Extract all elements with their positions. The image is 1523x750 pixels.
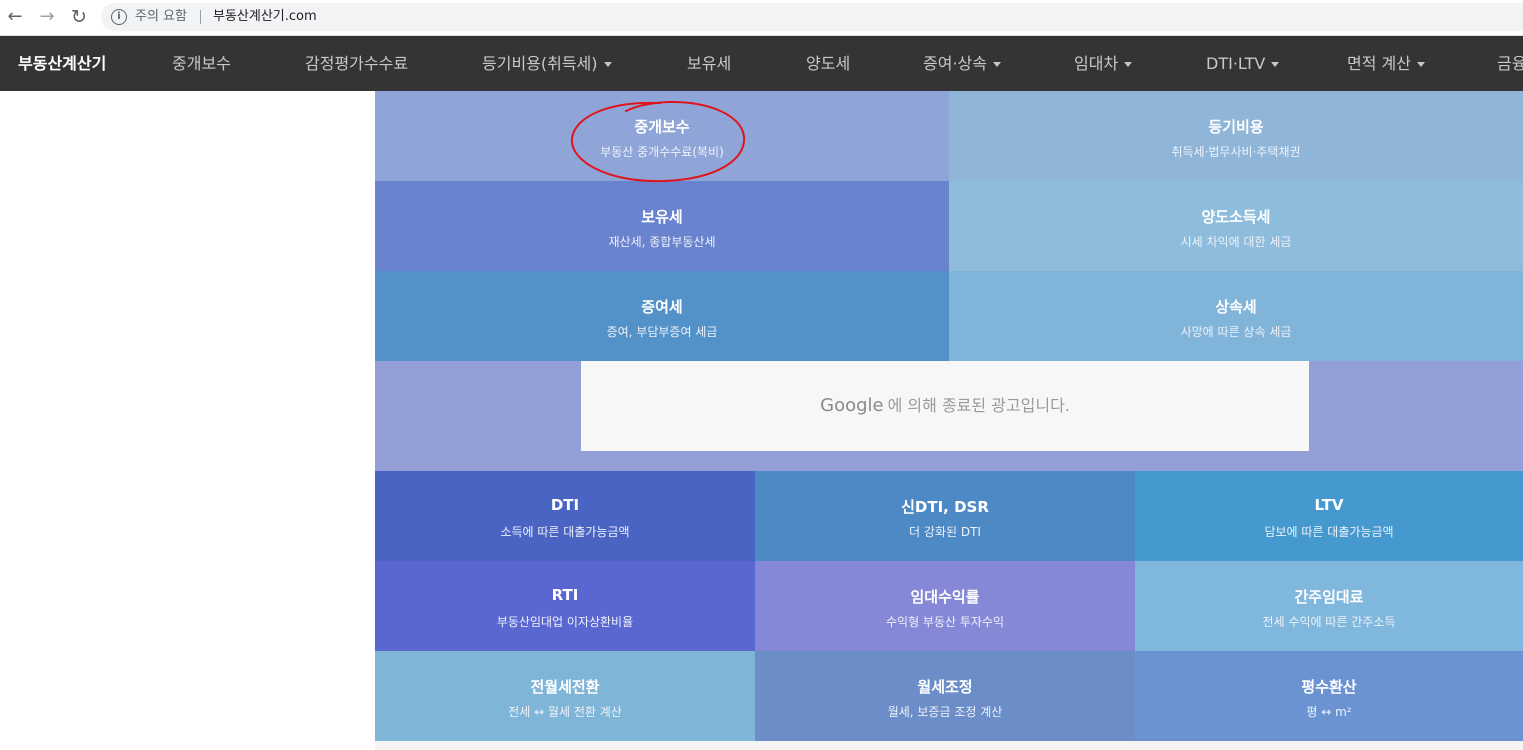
caret-down-icon — [1416, 62, 1425, 67]
calculator-tile[interactable]: 월세조정월세, 보증금 조정 계산 — [755, 651, 1135, 741]
tile-subtitle: 전세 ↔ 월세 전환 계산 — [508, 705, 622, 719]
nav-item-6[interactable]: 임대차 — [1074, 36, 1133, 91]
ad-section: Google 에 의해 종료된 광고입니다. — [375, 361, 1523, 471]
nav-item-label: 등기비용(취득세) — [482, 54, 598, 73]
nav-item-3[interactable]: 보유세 — [687, 36, 731, 91]
tile-subtitle: 시세 차익에 대한 세금 — [1180, 235, 1292, 249]
nav-item-label: 중개보수 — [172, 54, 231, 73]
tile-subtitle: 담보에 따른 대출가능금액 — [1264, 525, 1394, 539]
nav-item-label: 금융 — [1497, 54, 1523, 73]
calculator-tile[interactable]: 양도소득세시세 차익에 대한 세금 — [949, 181, 1523, 271]
nav-item-0[interactable]: 중개보수 — [172, 36, 231, 91]
tile-title: 등기비용 — [1208, 118, 1264, 136]
caret-down-icon — [992, 62, 1001, 67]
url-separator — [200, 10, 201, 24]
nav-item-label: DTI·LTV — [1206, 54, 1266, 73]
tile-subtitle: 수익형 부동산 투자수익 — [885, 615, 1005, 629]
nav-item-5[interactable]: 증여·상속 — [923, 36, 1001, 91]
address-bar[interactable]: i 주의 요함 부동산계산기.com — [101, 3, 1523, 31]
calculator-tile[interactable]: RTI 부동산임대업 이자상환비율 — [375, 561, 755, 651]
tile-title: 평수환산 — [1301, 678, 1357, 696]
nav-item-label: 감정평가수수료 — [305, 54, 409, 73]
calculator-tile[interactable]: 보유세재산세, 종합부동산세 — [375, 181, 949, 271]
tile-subtitle: 사망에 따른 상속 세금 — [1180, 325, 1292, 339]
tile-subtitle: 부동산 중개수수료(복비) — [600, 145, 724, 159]
calculator-tile[interactable]: DTI 소득에 따른 대출가능금액 — [375, 471, 755, 561]
caret-down-icon — [603, 62, 612, 67]
nav-item-8[interactable]: 면적 계산 — [1347, 36, 1425, 91]
tile-title: 신DTI, DSR — [901, 498, 989, 516]
calculator-tile[interactable]: 임대수익률수익형 부동산 투자수익 — [755, 561, 1135, 651]
tile-title: 보유세 — [641, 208, 683, 226]
info-icon[interactable]: i — [111, 9, 127, 25]
tile-title: 증여세 — [641, 298, 683, 316]
site-navbar: 부동산계산기 중개보수 감정평가수수료 등기비용(취득세) 보유세 양도세 증여·상속 임대… — [0, 36, 1523, 91]
ad-message: 에 의해 종료된 광고입니다. — [887, 396, 1070, 415]
tile-title: DTI — [550, 496, 580, 514]
ad-placeholder: Google 에 의해 종료된 광고입니다. — [581, 361, 1309, 451]
brand-logo[interactable]: 부동산계산기 — [18, 36, 106, 91]
calculator-tile[interactable]: 평수환산평 ↔ m² — [1135, 651, 1523, 741]
tile-subtitle: 평 ↔ m² — [1306, 705, 1352, 719]
tile-title: 월세조정 — [917, 678, 973, 696]
url-text[interactable]: 부동산계산기.com — [213, 3, 317, 31]
calculator-tile[interactable]: LTV 담보에 따른 대출가능금액 — [1135, 471, 1523, 561]
nav-item-label: 면적 계산 — [1347, 54, 1411, 73]
tile-title: 전월세전환 — [530, 678, 600, 696]
tile-title: 상속세 — [1215, 298, 1257, 316]
browser-toolbar: ← → ↻ i 주의 요함 부동산계산기.com — [0, 0, 1523, 36]
nav-item-9[interactable]: 금융 — [1497, 36, 1523, 91]
back-arrow-icon[interactable]: ← — [4, 6, 26, 28]
tile-subtitle: 소득에 따른 대출가능금액 — [500, 525, 630, 539]
tile-subtitle: 더 강화된 DTI — [909, 525, 981, 539]
nav-item-7[interactable]: DTI·LTV — [1206, 36, 1280, 91]
tile-subtitle: 증여, 부담부증여 세금 — [606, 325, 718, 339]
calculator-tile[interactable]: 중개보수부동산 중개수수료(복비) — [375, 91, 949, 181]
tile-title: 양도소득세 — [1201, 208, 1271, 226]
tile-subtitle: 재산세, 종합부동산세 — [608, 235, 716, 249]
tile-title: 간주임대료 — [1294, 588, 1364, 606]
nav-item-label: 증여·상속 — [923, 54, 987, 73]
calculator-tile[interactable]: 신DTI, DSR 더 강화된 DTI — [755, 471, 1135, 561]
caret-down-icon — [1124, 62, 1133, 67]
nav-item-label: 임대차 — [1074, 54, 1119, 73]
calculator-tile[interactable]: 전월세전환전세 ↔ 월세 전환 계산 — [375, 651, 755, 741]
tile-title: 중개보수 — [634, 118, 690, 136]
calculator-tile[interactable]: 상속세사망에 따른 상속 세금 — [949, 271, 1523, 361]
nav-item-1[interactable]: 감정평가수수료 — [305, 36, 408, 91]
nav-item-label: 보유세 — [687, 54, 732, 73]
nav-item-2[interactable]: 등기비용(취득세) — [482, 36, 612, 91]
calculator-tile[interactable]: 간주임대료전세 수익에 따른 간주소득 — [1135, 561, 1523, 651]
tile-title: 임대수익률 — [910, 588, 980, 606]
security-label[interactable]: 주의 요함 — [135, 3, 187, 31]
tile-title: RTI — [551, 586, 579, 604]
tile-subtitle: 월세, 보증금 조정 계산 — [887, 705, 1003, 719]
google-text: Google — [820, 395, 884, 416]
calculator-tile[interactable]: 등기비용취득세·법무사비·주택채권 — [949, 91, 1523, 181]
nav-item-4[interactable]: 양도세 — [806, 36, 850, 91]
tile-title: LTV — [1314, 496, 1344, 514]
reload-icon[interactable]: ↻ — [68, 6, 90, 28]
tile-subtitle: 전세 수익에 따른 간주소득 — [1262, 615, 1396, 629]
nav-item-label: 양도세 — [806, 54, 851, 73]
tile-subtitle: 취득세·법무사비·주택채권 — [1171, 145, 1301, 159]
calculator-grid: 중개보수 부동산 중개수수료(복비) 등기비용 취득세·법무사비·주택채권 보유세 재산세… — [375, 91, 1523, 750]
forward-arrow-icon[interactable]: → — [36, 6, 58, 28]
tile-subtitle: 부동산임대업 이자상환비율 — [496, 615, 634, 629]
calculator-tile[interactable]: 증여세증여, 부담부증여 세금 — [375, 271, 949, 361]
caret-down-icon — [1271, 62, 1280, 67]
